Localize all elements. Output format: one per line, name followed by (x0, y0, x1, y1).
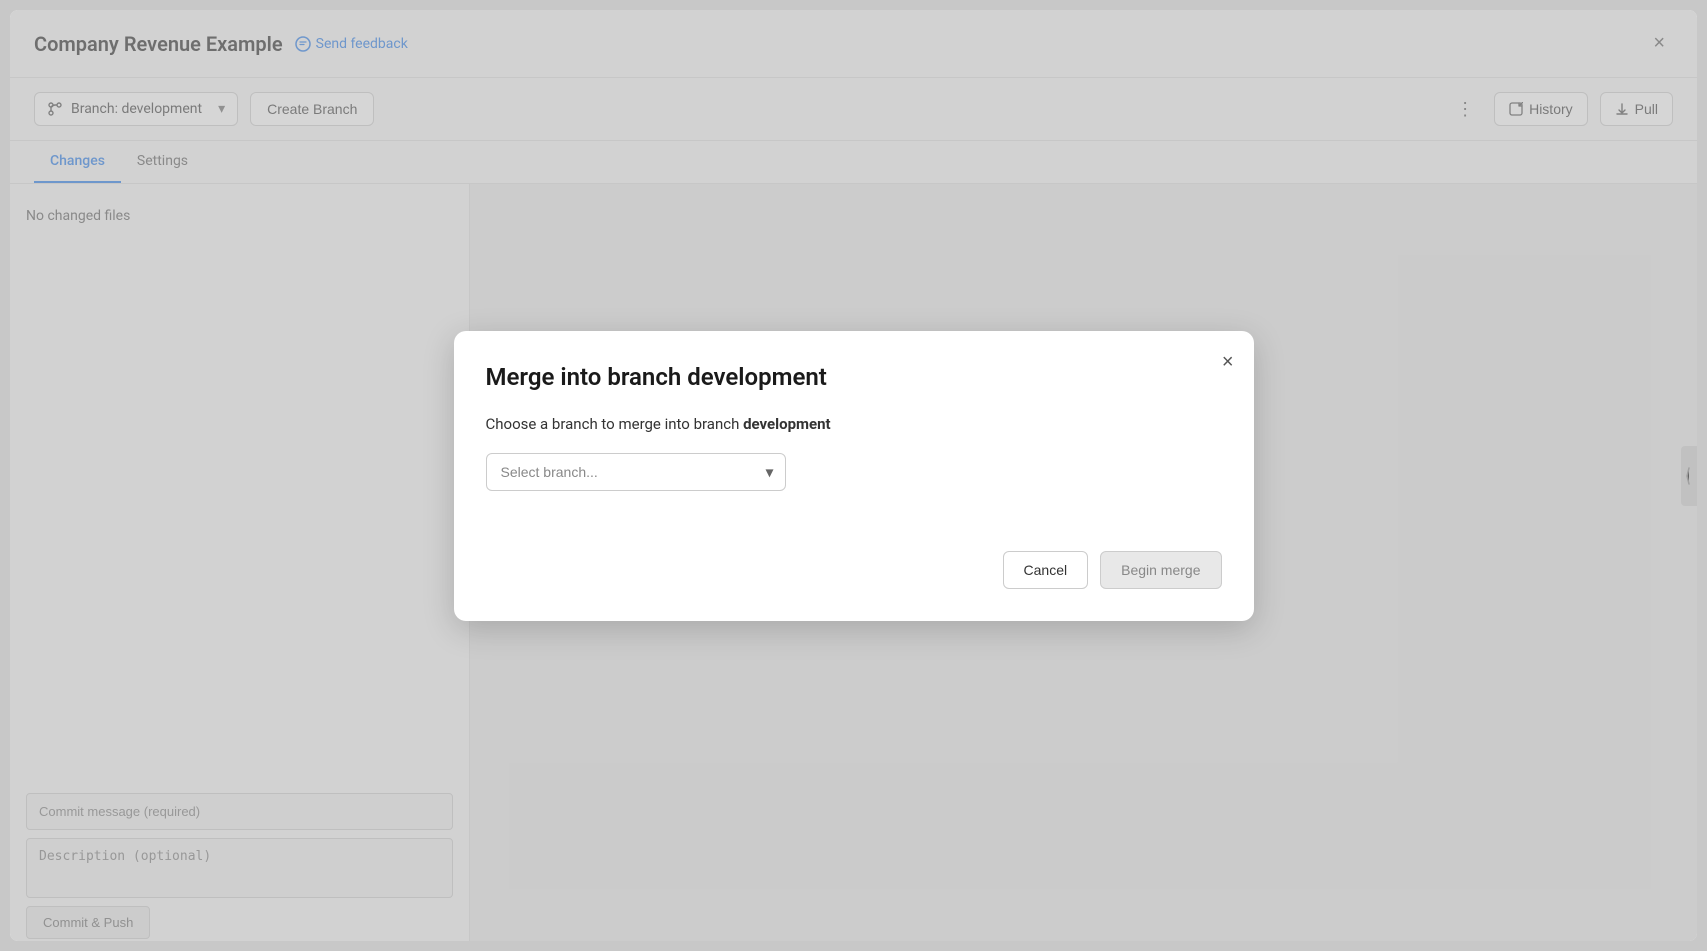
modal-overlay: × Merge into branch development Choose a… (10, 10, 1697, 941)
modal-branch-name: development (743, 415, 831, 433)
branch-select[interactable]: Select branch... (486, 453, 786, 491)
modal-description: Choose a branch to merge into branch dev… (486, 415, 1222, 433)
modal-close-button[interactable]: × (1222, 351, 1234, 374)
modal-title: Merge into branch development (486, 363, 1222, 391)
branch-select-wrapper: Select branch... ▾ (486, 453, 786, 491)
main-panel: Company Revenue Example Send feedback × … (10, 10, 1697, 941)
merge-modal: × Merge into branch development Choose a… (454, 331, 1254, 621)
modal-actions: Cancel Begin merge (486, 551, 1222, 589)
cancel-button[interactable]: Cancel (1003, 551, 1089, 589)
begin-merge-button[interactable]: Begin merge (1100, 551, 1221, 589)
